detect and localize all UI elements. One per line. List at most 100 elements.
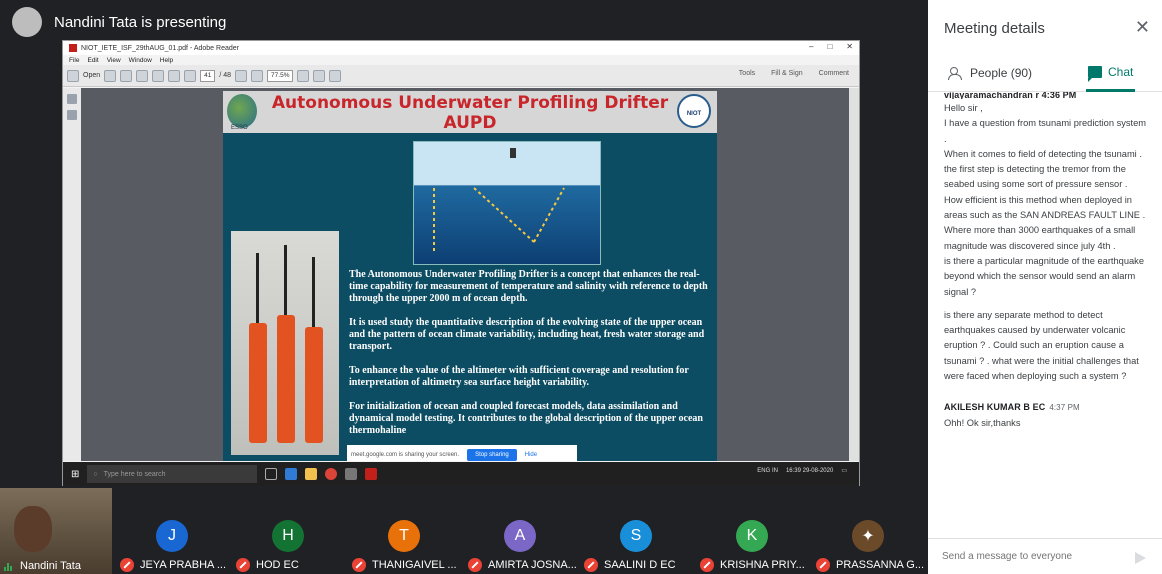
slide-paragraph: The Autonomous Underwater Profiling Drif… — [349, 269, 708, 304]
attachments-icon[interactable] — [67, 110, 77, 120]
send-icon[interactable] — [1135, 552, 1146, 564]
chat-message-line: Where more than 3000 earthquakes of a sm… — [944, 225, 1136, 251]
chat-sender-row: AKILESH KUMAR B EC 4:37 PM — [944, 400, 1150, 415]
slide-paragraph: It is used study the quantitative descri… — [349, 317, 705, 352]
next-page-icon[interactable] — [184, 69, 197, 82]
participant-avatar: S — [620, 520, 652, 552]
participant-tile[interactable]: J JEYA PRABHA ... — [116, 488, 228, 574]
participant-name: JEYA PRABHA ... — [140, 559, 226, 571]
fit-page-icon[interactable] — [297, 69, 310, 82]
zoom-out-icon[interactable] — [235, 69, 248, 82]
chat-input[interactable] — [942, 551, 1122, 562]
meet-stage: Nandini Tata is presenting NIOT_IETE_ISF… — [0, 0, 928, 574]
file-explorer-icon[interactable] — [305, 468, 318, 480]
clock[interactable]: 16:39 29-08-2020 — [786, 468, 833, 474]
hide-button[interactable]: Hide — [525, 452, 537, 458]
meeting-details-panel: Meeting details ✕ People (90) Chat vijay… — [928, 0, 1162, 574]
prev-page-icon[interactable] — [168, 69, 181, 82]
esso-logo: ESSO — [227, 94, 257, 131]
print-icon[interactable] — [136, 69, 149, 82]
notification-icon[interactable]: ▭ — [841, 467, 847, 474]
menu-file[interactable]: File — [69, 57, 79, 64]
stop-sharing-button[interactable]: Stop sharing — [467, 449, 517, 461]
slide-title-line2: AUPD — [443, 113, 497, 133]
sign-icon[interactable] — [329, 69, 342, 82]
chat-sender: AKILESH KUMAR B EC — [944, 402, 1046, 413]
pdf-icon — [69, 44, 77, 52]
fill-sign-button[interactable]: Fill & Sign — [767, 70, 807, 77]
reader-title-bar: NIOT_IETE_ISF_29thAUG_01.pdf - Adobe Rea… — [63, 41, 859, 55]
minimize-icon[interactable]: – — [809, 42, 813, 51]
zoom-in-icon[interactable] — [251, 69, 264, 82]
participant-name: KRISHNA PRIY... — [720, 559, 805, 571]
zoom-select[interactable]: 77.5% — [267, 69, 294, 82]
participant-avatar: A — [504, 520, 536, 552]
slide-title-line1: Autonomous Underwater Profiling Drifter — [271, 93, 669, 113]
navigation-rail — [63, 88, 81, 461]
niot-logo: NIOT — [677, 94, 711, 128]
participant-tile-self[interactable]: Nandini Tata — [0, 488, 112, 574]
chat-message-line: When it comes to field of detecting the … — [944, 148, 1142, 159]
menu-edit[interactable]: Edit — [87, 57, 98, 64]
people-icon — [948, 67, 964, 80]
participant-tile[interactable]: A AMIRTA JOSNA... — [464, 488, 577, 574]
participant-avatar: J — [156, 520, 188, 552]
close-window-icon[interactable]: ✕ — [846, 42, 853, 51]
calculator-icon[interactable] — [345, 468, 358, 480]
open-folder-icon[interactable] — [67, 69, 79, 82]
chrome-icon[interactable] — [325, 468, 338, 480]
tab-chat-label: Chat — [1108, 64, 1134, 79]
comment-button[interactable]: Comment — [815, 70, 853, 77]
chat-log[interactable]: vijayaramachandran r 4:36 PM Hello sir ,… — [944, 92, 1150, 524]
slide-header: ESSO Autonomous Underwater Profiling Dri… — [223, 91, 717, 133]
menu-help[interactable]: Help — [160, 57, 173, 64]
maximize-icon[interactable]: □ — [827, 42, 832, 51]
chat-message-line: Hello sir , — [944, 103, 983, 113]
slide-body: The Autonomous Underwater Profiling Drif… — [349, 269, 713, 449]
reader-menubar: File Edit View Window Help — [63, 55, 859, 65]
close-icon[interactable]: ✕ — [1135, 17, 1150, 38]
edge-icon[interactable] — [285, 468, 298, 480]
windows-taskbar: ⊞ ○ Type here to search ENG IN 16:39 29-… — [63, 462, 859, 486]
participant-tile[interactable]: K KRISHNA PRIY... — [696, 488, 808, 574]
tab-people[interactable]: People (90) — [948, 54, 1032, 92]
share-notice-text: meet.google.com is sharing your screen. — [351, 452, 460, 458]
comment-icon[interactable] — [313, 69, 326, 82]
mail-icon[interactable] — [152, 69, 165, 82]
participant-avatar: ✦ — [852, 520, 884, 552]
mic-off-icon — [584, 558, 598, 572]
pages-icon[interactable] — [67, 94, 77, 104]
chat-icon — [1088, 65, 1102, 82]
mic-off-icon — [236, 558, 250, 572]
page-total: / 48 — [219, 72, 232, 79]
windows-start-icon[interactable]: ⊞ — [71, 469, 79, 480]
panel-tabs: People (90) Chat — [928, 54, 1162, 92]
reader-window-title: NIOT_IETE_ISF_29thAUG_01.pdf - Adobe Rea… — [81, 44, 239, 52]
participant-tile[interactable]: S SAALINI D EC — [580, 488, 692, 574]
task-view-icon[interactable] — [265, 468, 278, 480]
presenter-avatar — [12, 7, 42, 37]
chat-sender: vijayaramachandran r 4:36 PM — [944, 92, 1077, 99]
panel-title: Meeting details — [944, 20, 1045, 37]
open-button[interactable]: Open — [83, 72, 100, 79]
drifter-diagram — [413, 141, 601, 265]
chat-message-line: is there a particular magnitude of the e… — [944, 255, 1145, 297]
page-number-input[interactable]: 41 — [200, 69, 216, 82]
participant-tile[interactable]: T THANIGAIVEL ... — [348, 488, 460, 574]
participant-tile[interactable]: H HOD EC — [232, 488, 344, 574]
document-scrollbar[interactable] — [849, 88, 859, 461]
presenter-label: Nandini Tata is presenting — [54, 13, 227, 31]
reader-toolbar: Open 41 / 48 77.5% Tools Fill & Sign Com… — [63, 65, 859, 87]
participant-tile[interactable]: ✦ PRASSANNA G... — [812, 488, 928, 574]
language-indicator[interactable]: ENG IN — [757, 468, 778, 474]
create-icon[interactable] — [104, 69, 117, 82]
menu-window[interactable]: Window — [129, 57, 152, 64]
save-icon[interactable] — [120, 69, 133, 82]
tab-chat[interactable]: Chat — [1086, 54, 1136, 92]
acrobat-icon[interactable] — [365, 468, 378, 480]
chat-message-line: How efficient is this method when deploy… — [944, 194, 1146, 221]
taskbar-search[interactable]: ○ Type here to search — [87, 465, 258, 483]
tools-button[interactable]: Tools — [735, 70, 759, 77]
mic-off-icon — [352, 558, 366, 572]
menu-view[interactable]: View — [107, 57, 121, 64]
